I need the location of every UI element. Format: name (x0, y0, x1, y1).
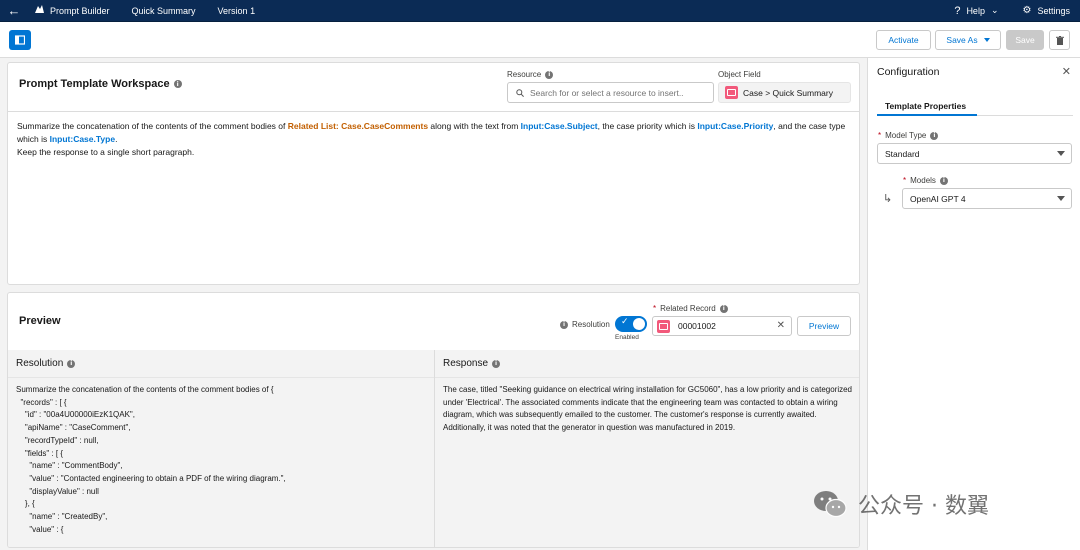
configuration-title: Configuration (877, 66, 940, 78)
workspace-title: Prompt Template Workspace i (19, 78, 182, 90)
toggle-panel-button[interactable] (9, 30, 31, 50)
chevron-down-icon (1057, 196, 1065, 201)
info-icon[interactable]: i (492, 359, 501, 368)
preview-header: Preview i Resolution ✓ Enabled * Related… (8, 293, 859, 350)
prompt-editor[interactable]: Summarize the concatenation of the conte… (8, 112, 859, 159)
case-object-icon (657, 319, 670, 333)
resolution-text: Summarize the concatenation of the conte… (16, 385, 286, 534)
tab-label: Template Properties (885, 101, 967, 111)
resolution-toggle-label: i Resolution (560, 320, 610, 329)
required-asterisk: * (653, 304, 657, 313)
caret-down-icon (983, 38, 990, 42)
model-type-select[interactable]: Standard (877, 143, 1072, 164)
object-field-label: Object Field (718, 70, 761, 79)
configuration-panel: Configuration ✕ Template Properties * Mo… (867, 58, 1080, 550)
watermark: 公众号 · 数翼 (812, 488, 989, 520)
info-icon[interactable]: i (930, 131, 939, 140)
chevron-down-icon (1057, 151, 1065, 156)
model-type-label: * Model Type i (878, 131, 939, 140)
app-name: Prompt Builder (50, 5, 110, 16)
response-text: The case, titled "Seeking guidance on el… (443, 385, 853, 433)
global-header: ← Prompt Builder Quick Summary Version 1… (0, 0, 1080, 22)
resource-search-input[interactable]: Search for or select a resource to inser… (507, 82, 714, 103)
info-icon[interactable]: i (560, 320, 568, 329)
resource-label: Resource i (507, 70, 554, 79)
clear-icon[interactable]: ✕ (777, 320, 785, 331)
save-button[interactable]: Save (1006, 30, 1044, 50)
merge-field-case-priority[interactable]: Input:Case.Priority (697, 121, 773, 131)
prompt-line-1: Summarize the concatenation of the conte… (17, 121, 846, 144)
preview-card: Preview i Resolution ✓ Enabled * Related… (7, 292, 860, 548)
chevron-down-icon: ⌄ (990, 5, 999, 15)
back-arrow-icon[interactable]: ← (0, 3, 28, 18)
close-icon[interactable]: ✕ (1062, 65, 1071, 78)
watermark-text: 公众号 · 数翼 (858, 494, 989, 519)
save-as-label: Save As (946, 35, 978, 45)
save-as-button[interactable]: Save As (935, 30, 1001, 50)
gear-icon: ⚙ (1022, 5, 1032, 16)
resource-search-placeholder: Search for or select a resource to inser… (530, 87, 684, 98)
resolution-toggle[interactable]: ✓ (615, 316, 647, 332)
panel-icon (15, 35, 25, 45)
workspace-header: Prompt Template Workspace i Resource i S… (8, 63, 859, 112)
required-asterisk: * (903, 176, 907, 185)
template-name: Quick Summary (131, 5, 196, 16)
builder-toolbar: Activate Save As Save (0, 22, 1080, 58)
merge-field-related-list[interactable]: Related List: Case.CaseComments (288, 121, 428, 131)
tab-template-properties[interactable]: Template Properties (877, 88, 1073, 116)
required-asterisk: * (878, 131, 882, 140)
resolution-heading: Resolution i (8, 350, 434, 378)
question-icon: ? (954, 4, 961, 17)
info-icon[interactable]: i (173, 80, 182, 88)
wechat-logo-icon (814, 491, 847, 518)
search-icon (516, 88, 524, 97)
related-record-label: * Related Record i (653, 304, 728, 313)
info-icon[interactable]: i (67, 359, 76, 368)
trash-icon (1055, 35, 1064, 45)
settings-button[interactable]: ⚙ Settings (1023, 5, 1071, 16)
preview-results: Resolution i Summarize the concatenation… (8, 350, 859, 547)
preview-title: Preview (19, 315, 61, 327)
prompt-line-2: Keep the response to a single short para… (17, 147, 195, 157)
settings-label: Settings (1037, 5, 1070, 16)
indent-arrow-icon: ↳ (883, 193, 893, 205)
help-label: Help (966, 5, 985, 16)
check-icon: ✓ (621, 317, 629, 327)
merge-field-case-subject[interactable]: Input:Case.Subject (521, 121, 598, 131)
models-select[interactable]: OpenAI GPT 4 (902, 188, 1072, 209)
related-record-input[interactable]: 00001002 ✕ (652, 316, 792, 336)
response-panel: Response i The case, titled "Seeking gui… (435, 350, 859, 547)
related-record-value: 00001002 (678, 321, 716, 331)
case-object-icon (725, 86, 738, 99)
resolution-panel: Resolution i Summarize the concatenation… (8, 350, 435, 547)
preview-button[interactable]: Preview (797, 316, 851, 336)
prompt-template-workspace: Prompt Template Workspace i Resource i S… (7, 62, 860, 285)
merge-field-case-type[interactable]: Input:Case.Type (50, 134, 116, 144)
response-heading: Response i (435, 350, 859, 378)
object-field-value: Case > Quick Summary (718, 82, 851, 103)
prompt-builder-logo-icon (28, 4, 50, 17)
active-tab-indicator (877, 114, 977, 116)
toggle-state-text: Enabled (615, 334, 639, 341)
version-label[interactable]: Version 1 (218, 6, 270, 16)
info-icon[interactable]: i (545, 70, 554, 79)
delete-button[interactable] (1049, 30, 1070, 50)
activate-button[interactable]: Activate (876, 30, 931, 50)
info-icon[interactable]: i (939, 176, 948, 185)
toggle-knob (633, 318, 645, 330)
help-menu[interactable]: ? Help ⌄ (954, 5, 998, 17)
models-label: * Models i (903, 176, 948, 185)
info-icon[interactable]: i (719, 304, 728, 313)
